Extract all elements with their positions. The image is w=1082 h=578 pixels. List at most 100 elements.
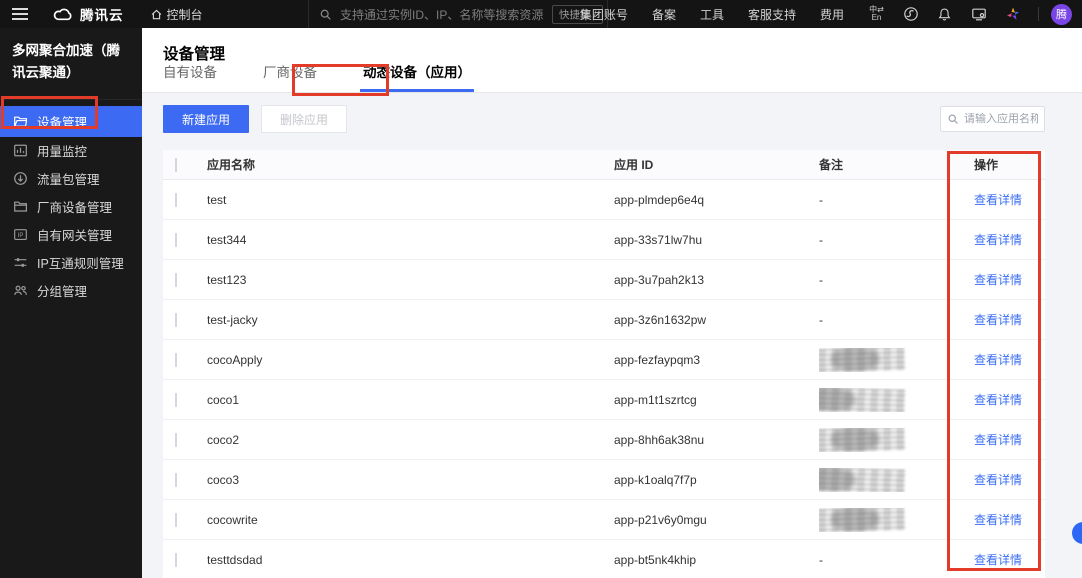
view-details-link[interactable]: 查看详情 [974, 393, 1022, 407]
redacted-remark-scribble [819, 348, 905, 372]
topbar-nav-item[interactable]: 客服支持 [748, 6, 796, 23]
view-details-link[interactable]: 查看详情 [974, 433, 1022, 447]
topbar-nav-item[interactable]: 工具 [700, 6, 724, 23]
topbar-nav: 集团账号 备案 工具 客服支持 费用 [580, 6, 868, 23]
sidebar-item-流量包管理[interactable]: 流量包管理 [0, 165, 142, 193]
console-link[interactable]: 控制台 [150, 6, 203, 23]
row-checkbox[interactable] [175, 392, 177, 407]
svg-text:IP: IP [18, 233, 24, 239]
row-checkbox[interactable] [175, 552, 177, 567]
topbar-separator [1038, 7, 1039, 21]
sidebar-item-label: 流量包管理 [37, 173, 100, 188]
column-header-name: 应用名称 [207, 158, 256, 172]
view-details-link[interactable]: 查看详情 [974, 233, 1022, 247]
rules-icon [13, 255, 28, 270]
package-icon [13, 171, 28, 186]
sidebar-item-厂商设备管理[interactable]: 厂商设备管理 [0, 193, 142, 221]
row-checkbox[interactable] [175, 432, 177, 447]
sidebar-item-用量监控[interactable]: 用量监控 [0, 137, 142, 165]
app-name-cell: coco3 [207, 472, 240, 487]
toolbar: 新建应用 删除应用 [163, 105, 1045, 133]
row-checkbox[interactable] [175, 472, 177, 487]
topbar-right: 集团账号 备案 工具 客服支持 费用 中⇄ En 腾 [580, 0, 1082, 28]
table-search-input[interactable] [964, 113, 1038, 125]
app-id-cell: app-3u7pah2k13 [614, 272, 705, 287]
remark-cell [819, 348, 974, 372]
view-details-link[interactable]: 查看详情 [974, 513, 1022, 527]
sidebar-item-label: 厂商设备管理 [37, 201, 113, 216]
topbar-nav-item[interactable]: 费用 [820, 6, 844, 23]
column-header-id: 应用 ID [614, 158, 654, 172]
view-details-link[interactable]: 查看详情 [974, 273, 1022, 287]
app-id-cell: app-3z6n1632pw [614, 312, 707, 327]
ai-sparkle-icon[interactable] [1004, 6, 1021, 23]
redacted-remark-scribble [819, 468, 905, 492]
bell-icon[interactable] [936, 6, 953, 23]
sidebar-item-label: IP互通规则管理 [37, 257, 124, 272]
avatar[interactable]: 腾 [1051, 3, 1072, 25]
remark-cell [819, 508, 974, 532]
app-name-cell: coco2 [207, 432, 240, 447]
tab-厂商设备[interactable]: 厂商设备 [258, 53, 322, 92]
column-header-action: 操作 [974, 158, 999, 172]
view-details-link[interactable]: 查看详情 [974, 353, 1022, 367]
select-all-checkbox[interactable] [175, 157, 177, 172]
app-id-cell: app-fezfaypqm3 [614, 352, 701, 367]
search-icon [947, 113, 959, 125]
sidebar-item-IP互通规则管理[interactable]: IP互通规则管理 [0, 249, 142, 277]
topbar-nav-item[interactable]: 集团账号 [580, 6, 628, 23]
console-label: 控制台 [166, 7, 203, 22]
miniprogram-icon[interactable] [902, 6, 919, 23]
row-checkbox[interactable] [175, 312, 177, 327]
brand-logo[interactable]: 腾讯云 [52, 4, 124, 24]
delete-app-button[interactable]: 删除应用 [261, 105, 348, 133]
table-row: coco2 app-8hh6ak38nu 查看详情 [163, 420, 1045, 460]
app-id-cell: app-bt5nk4khip [614, 552, 697, 567]
table-row: coco1 app-m1t1szrtcg 查看详情 [163, 380, 1045, 420]
folder2-icon [13, 199, 28, 214]
remark-cell: - [819, 272, 823, 287]
view-details-link[interactable]: 查看详情 [974, 473, 1022, 487]
app-id-cell: app-k1oalq7f7p [614, 472, 697, 487]
row-checkbox[interactable] [175, 192, 177, 207]
table-row: cocoApply app-fezfaypqm3 查看详情 [163, 340, 1045, 380]
row-checkbox[interactable] [175, 232, 177, 247]
brand-name: 腾讯云 [80, 8, 124, 23]
view-details-link[interactable]: 查看详情 [974, 193, 1022, 207]
hamburger-menu-icon[interactable] [12, 8, 28, 20]
redacted-remark-scribble [819, 388, 905, 412]
sidebar-item-label: 设备管理 [37, 115, 88, 130]
sidebar-item-label: 自有网关管理 [37, 229, 113, 244]
tencent-cloud-console: 腾讯云 控制台 支持通过实例ID、IP、名称等搜索资源 快捷键 / 集团账号 备案… [0, 0, 1082, 578]
create-app-button[interactable]: 新建应用 [163, 105, 250, 133]
sidebar-item-设备管理[interactable]: 设备管理 [0, 105, 142, 137]
table-row: coco3 app-k1oalq7f7p 查看详情 [163, 460, 1045, 500]
tab-动态设备（应用）[interactable]: 动态设备（应用） [358, 53, 476, 92]
app-name-cell: test123 [207, 272, 247, 287]
row-checkbox[interactable] [175, 512, 177, 527]
app-name-cell: cocoApply [207, 352, 263, 367]
view-details-link[interactable]: 查看详情 [974, 553, 1022, 567]
remark-cell [819, 468, 974, 492]
tab-自有设备[interactable]: 自有设备 [158, 53, 222, 92]
sidebar-item-自有网关管理[interactable]: IP 自有网关管理 [0, 221, 142, 249]
row-checkbox[interactable] [175, 272, 177, 287]
sidebar-item-分组管理[interactable]: 分组管理 [0, 277, 142, 305]
topbar-nav-item[interactable]: 备案 [652, 6, 676, 23]
row-checkbox[interactable] [175, 352, 177, 367]
app-name-cell: test-jacky [207, 312, 258, 327]
app-table: 应用名称 应用 ID 备注 操作 test app-plmdep6e4q - 查… [163, 150, 1045, 578]
table-row: test123 app-3u7pah2k13 - 查看详情 [163, 260, 1045, 300]
app-id-cell: app-8hh6ak38nu [614, 432, 705, 447]
table-search-box[interactable] [940, 106, 1045, 132]
workorder-panel-icon[interactable] [970, 6, 987, 23]
redacted-remark-scribble [819, 428, 905, 452]
sidebar-item-label: 用量监控 [37, 145, 88, 160]
remark-cell [819, 428, 974, 452]
chart-icon [13, 143, 28, 158]
view-details-link[interactable]: 查看详情 [974, 313, 1022, 327]
cloud-logo-icon [52, 7, 74, 22]
table-body: test app-plmdep6e4q - 查看详情 test344 app-3… [163, 180, 1045, 578]
redacted-remark-scribble [819, 508, 905, 532]
language-icon[interactable]: 中⇄ En [868, 6, 885, 23]
